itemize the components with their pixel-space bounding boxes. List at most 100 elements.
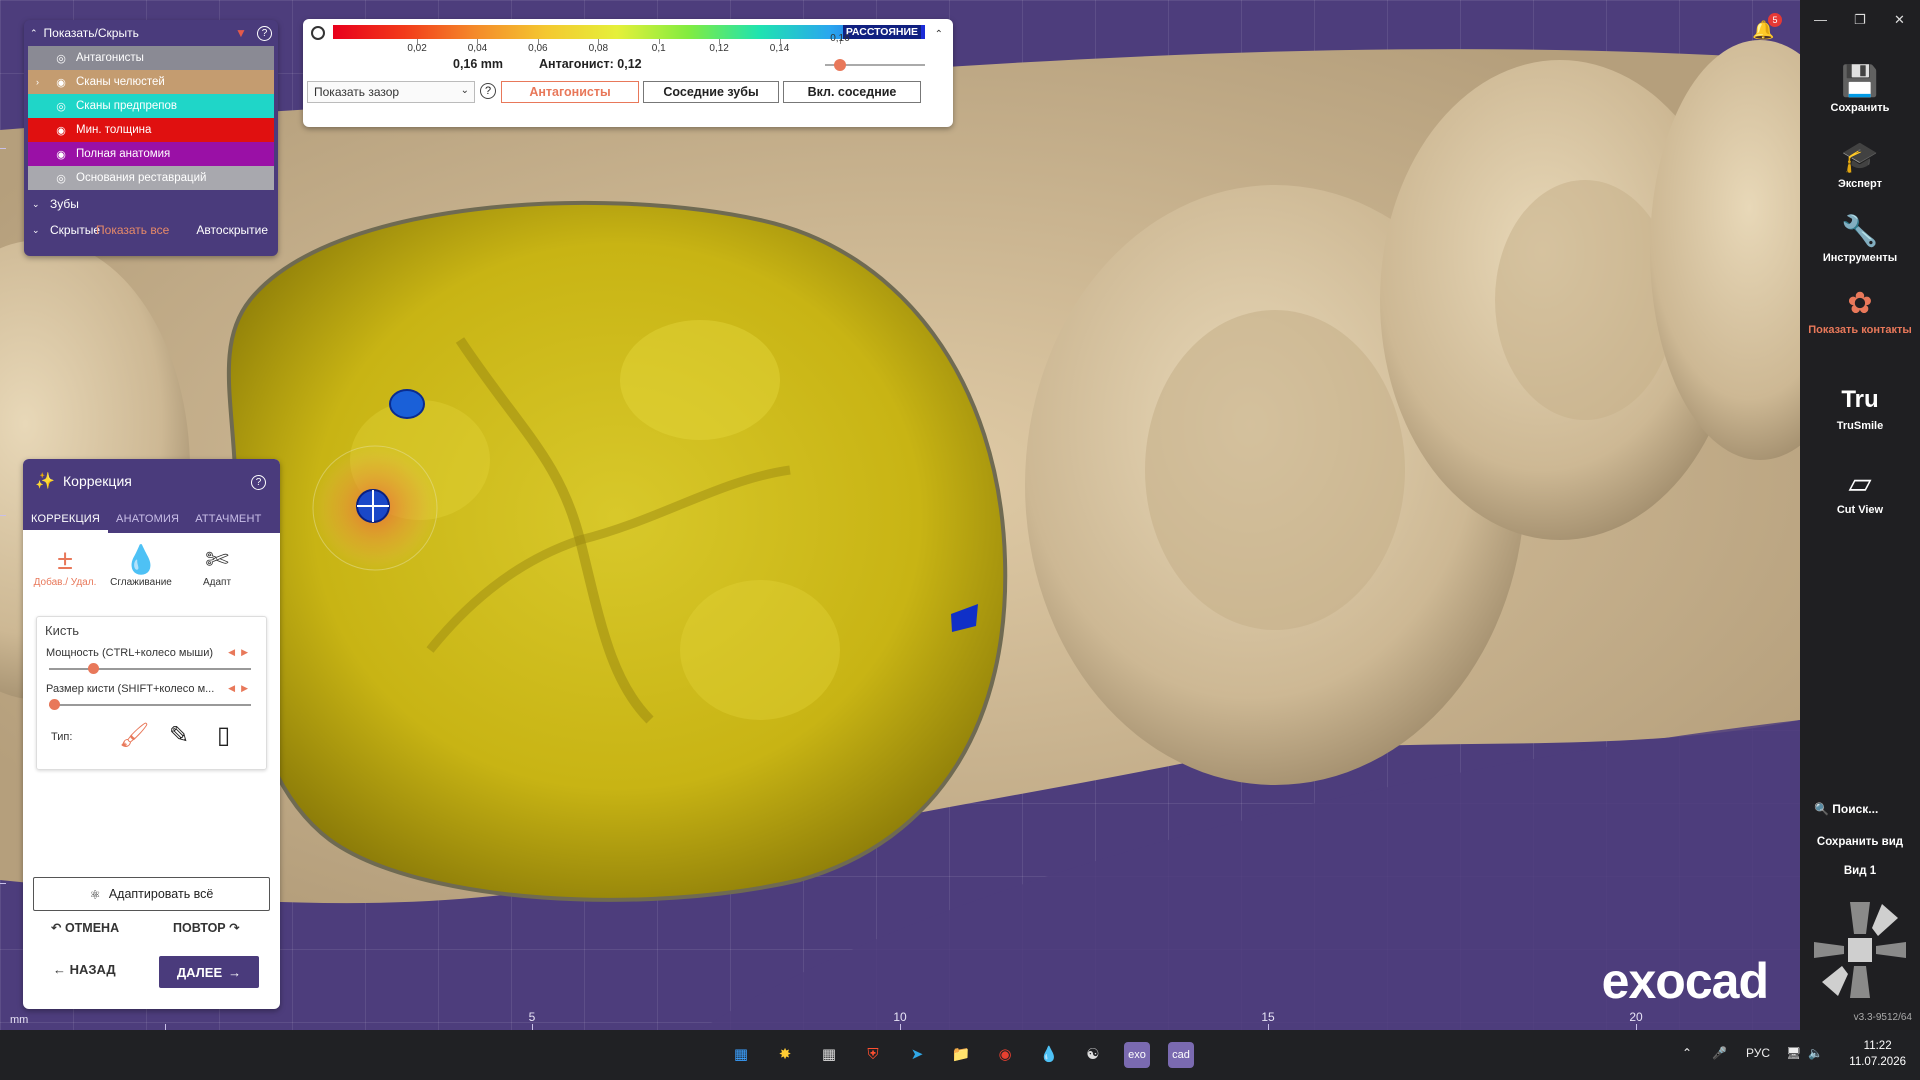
enable-adjacent-button[interactable]: Вкл. соседние xyxy=(783,81,921,103)
sidebar-item-cut-view[interactable]: ▱ Cut View xyxy=(1800,464,1920,516)
distance-slider[interactable] xyxy=(825,59,925,71)
brush-type-pen-icon[interactable]: ✎ xyxy=(169,721,189,750)
clock-date: 11.07.2026 xyxy=(1849,1056,1906,1068)
microphone-icon[interactable]: 🎤 xyxy=(1712,1046,1727,1060)
ruler-unit: mm xyxy=(10,1014,29,1026)
antagonists-button[interactable]: Антагонисты xyxy=(501,81,639,103)
redo-label: ПОВТОР xyxy=(173,921,226,935)
chrome-icon[interactable]: ◉ xyxy=(992,1042,1018,1068)
magic-wand-icon: ✨ xyxy=(35,473,55,490)
clock-time: 11:22 xyxy=(1863,1040,1892,1052)
app-icon[interactable]: ▦ xyxy=(816,1042,842,1068)
current-distance-value: 0,16 mm xyxy=(453,57,504,71)
cad-app-icon[interactable]: cad xyxy=(1168,1042,1194,1068)
tool-drop[interactable]: 💧 Сглаживание xyxy=(103,543,179,613)
layer-row[interactable]: ◉ Полная анатомия xyxy=(28,142,274,166)
mode-select[interactable]: Показать зазор ⌄ xyxy=(307,81,475,103)
layer-row[interactable]: ◎ Сканы предпрепов xyxy=(28,94,274,118)
hidden-label: Скрытые xyxy=(50,223,101,237)
tools-icon: 🔧 xyxy=(1841,215,1879,248)
chevron-up-icon[interactable]: ⌃ xyxy=(30,28,38,39)
distance-scale-ticks: 0,02 0,04 0,06 0,08 0,1 0,12 0,14 0,16 xyxy=(333,33,925,54)
view-cube-icon[interactable] xyxy=(1812,898,1908,1002)
sidebar-item-save[interactable]: 💾 Сохранить xyxy=(1800,62,1920,114)
sidebar-item-contacts[interactable]: ✿ Показать контакты xyxy=(1800,284,1920,336)
app-drop-icon[interactable]: 💧 xyxy=(1036,1042,1062,1068)
sidebar-item-trusmile[interactable]: Tru TruSmile xyxy=(1800,380,1920,432)
scale-tick-label: 0,04 xyxy=(467,43,488,54)
layer-label: Основания реставраций xyxy=(76,172,207,184)
tab-2[interactable]: АТТАЧМЕНТ xyxy=(187,507,269,533)
close-icon[interactable]: ✕ xyxy=(1894,12,1905,28)
tool-adapt[interactable]: ✄ Адапт xyxy=(179,543,255,613)
layer-row[interactable]: ◎ Основания реставраций xyxy=(28,166,274,190)
pin-icon[interactable]: ▼ xyxy=(235,26,251,40)
redo-button[interactable]: ПОВТОР ↷ xyxy=(173,920,240,935)
tab-1[interactable]: АНАТОМИЯ xyxy=(108,507,187,533)
eye-off-icon[interactable]: ◎ xyxy=(54,52,68,65)
strength-slider[interactable] xyxy=(49,663,251,674)
layer-row[interactable]: › ◉ Сканы челюстей xyxy=(28,70,274,94)
telegram-icon[interactable]: ➤ xyxy=(904,1042,930,1068)
shield-icon[interactable]: ⛨ xyxy=(860,1042,886,1068)
volume-icon[interactable]: 🔈 xyxy=(1808,1046,1823,1060)
strength-arrows[interactable]: ◀▶ xyxy=(228,647,254,658)
adjacent-teeth-button[interactable]: Соседние зубы xyxy=(643,81,779,103)
exo-app-icon[interactable]: exo xyxy=(1124,1042,1150,1068)
adapt-all-button[interactable]: ⚛ Адаптировать всё xyxy=(33,877,270,911)
app-icon[interactable]: ✸ xyxy=(772,1042,798,1068)
show-hide-header[interactable]: ⌃ Показать/Скрыть ▼ ? xyxy=(24,20,278,46)
eye-off-icon[interactable]: ◎ xyxy=(54,172,68,185)
app-icon[interactable]: ☯ xyxy=(1080,1042,1106,1068)
undo-button[interactable]: ↶ ОТМЕНА xyxy=(51,920,119,935)
teeth-section[interactable]: ⌄ Зубы xyxy=(24,192,278,216)
eye-off-icon[interactable]: ◎ xyxy=(54,100,68,113)
save-view-button[interactable]: Сохранить вид xyxy=(1800,836,1920,848)
next-button[interactable]: ДАЛЕЕ → xyxy=(159,956,259,988)
view-1-button[interactable]: Вид 1 xyxy=(1800,865,1920,877)
language-indicator[interactable]: РУС xyxy=(1746,1046,1770,1060)
restore-icon[interactable]: ❐ xyxy=(1854,12,1866,28)
layer-row[interactable]: ◎ Антагонисты xyxy=(28,46,274,70)
ruler-tick-label: 20 xyxy=(1629,1010,1643,1024)
windows-start-icon[interactable]: ▦ xyxy=(728,1042,754,1068)
clock[interactable]: 11:22 11.07.2026 xyxy=(1849,1038,1906,1070)
scale-tick-label: 0,16 xyxy=(830,33,850,44)
help-icon[interactable]: ? xyxy=(251,475,266,490)
eye-icon[interactable]: ◉ xyxy=(54,76,68,89)
scale-tick-label: 0,12 xyxy=(709,43,729,54)
size-slider-thumb[interactable] xyxy=(49,699,60,710)
layer-row[interactable]: ◉ Мин. толщина xyxy=(28,118,274,142)
auto-hide-button[interactable]: Автоскрытие xyxy=(196,223,268,237)
chevron-right-icon[interactable]: › xyxy=(36,77,46,87)
eye-icon[interactable]: ◉ xyxy=(54,148,68,161)
hidden-section[interactable]: ⌄ Скрытые Показать все Автоскрытие xyxy=(24,218,278,242)
help-icon[interactable]: ? xyxy=(257,25,272,41)
sidebar-item-tools[interactable]: 🔧 Инструменты xyxy=(1800,212,1920,264)
chevron-up-icon[interactable]: ⌃ xyxy=(1682,1046,1692,1060)
back-button[interactable]: ← НАЗАД xyxy=(53,962,116,977)
gauge-icon[interactable] xyxy=(311,26,325,40)
minimize-icon[interactable]: — xyxy=(1814,12,1827,27)
size-arrows[interactable]: ◀▶ xyxy=(228,683,254,694)
show-all-link[interactable]: Показать все xyxy=(96,223,169,237)
network-icon[interactable]: 🖥 xyxy=(1786,1046,1801,1060)
folder-icon[interactable]: 📁 xyxy=(948,1042,974,1068)
scale-tick-label: 0,14 xyxy=(769,43,790,54)
help-icon[interactable]: ? xyxy=(480,83,496,99)
size-slider[interactable] xyxy=(49,699,251,710)
contact-spot-1 xyxy=(389,389,425,419)
chevron-up-icon[interactable]: ⌃ xyxy=(935,29,943,40)
ruler-tick-label: 15 xyxy=(1261,1010,1275,1024)
eye-icon[interactable]: ◉ xyxy=(54,124,68,137)
tab-0[interactable]: КОРРЕКЦИЯ xyxy=(23,507,109,533)
tool-plus-minus[interactable]: ± Добав./ Удал. xyxy=(27,543,103,613)
strength-slider-thumb[interactable] xyxy=(88,663,99,674)
tool-label: Адапт xyxy=(202,577,232,588)
brush-settings: Кисть Мощность (CTRL+колесо мыши) ◀▶ Раз… xyxy=(36,616,267,770)
brush-type-paint-icon[interactable]: 🖌 xyxy=(119,721,149,750)
sidebar-item-graduation-cap[interactable]: 🎓 Эксперт xyxy=(1800,138,1920,190)
search-button[interactable]: 🔍 Поиск... xyxy=(1814,802,1878,816)
brush-type-cylinder-icon[interactable]: ▯ xyxy=(217,721,230,750)
distance-slider-thumb[interactable] xyxy=(833,59,846,71)
